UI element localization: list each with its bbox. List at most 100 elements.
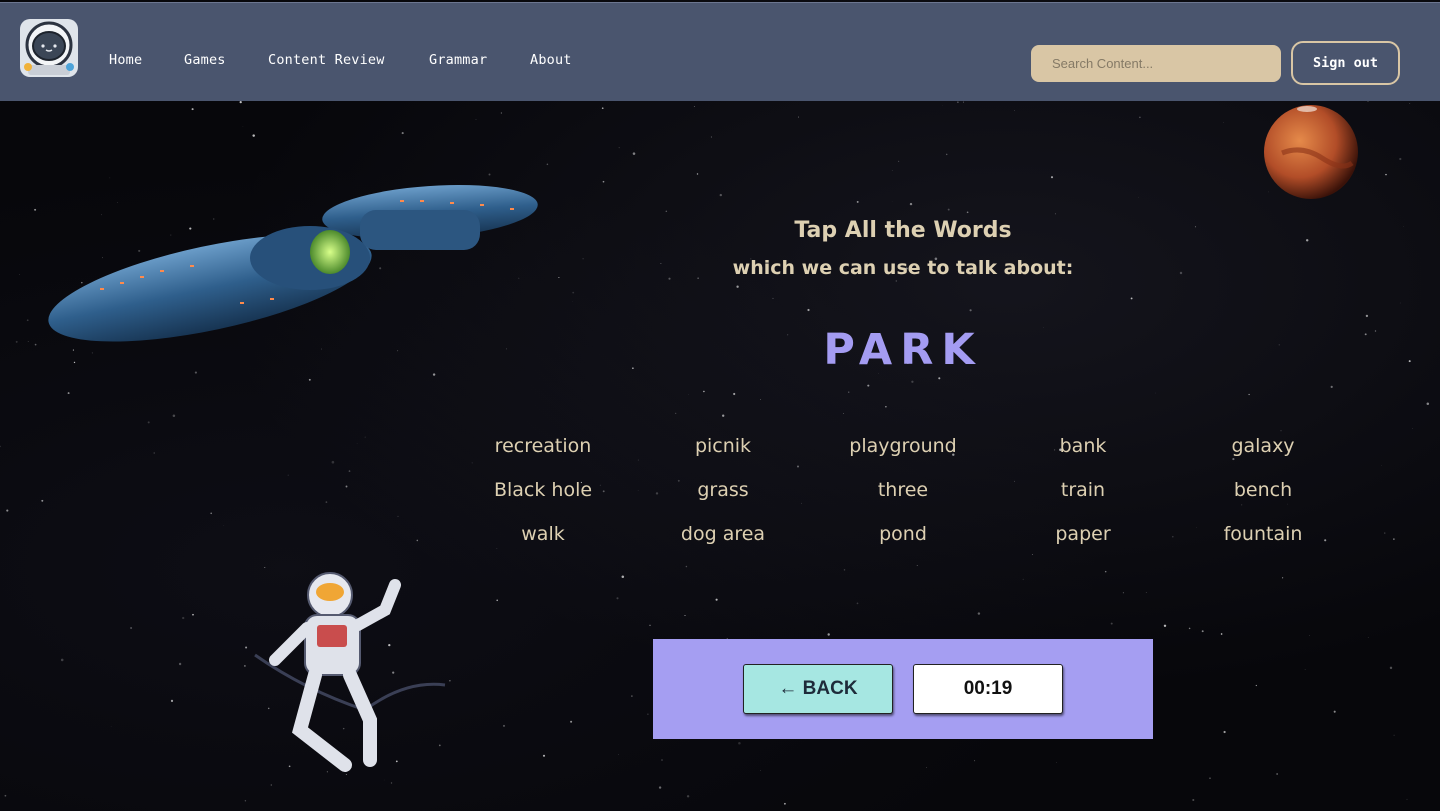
nav-grammar-link[interactable]: Grammar	[429, 52, 487, 68]
star	[242, 126, 244, 127]
astronaut-logo-icon[interactable]	[18, 17, 80, 79]
word-option[interactable]: walk	[453, 520, 633, 549]
star	[696, 173, 699, 175]
word-option[interactable]: paper	[993, 520, 1173, 549]
star	[1163, 624, 1167, 628]
star	[760, 399, 761, 401]
word-option[interactable]: dog area	[633, 520, 813, 549]
star	[194, 371, 197, 374]
star	[1365, 314, 1369, 318]
star	[686, 795, 690, 798]
word-option[interactable]: recreation	[453, 432, 633, 461]
star	[397, 515, 399, 517]
star	[632, 367, 634, 369]
star	[631, 695, 633, 697]
star	[710, 136, 712, 138]
star	[1308, 635, 1310, 636]
star	[4, 794, 7, 797]
star	[621, 575, 625, 579]
star	[270, 784, 272, 786]
star	[67, 392, 70, 395]
star	[1155, 392, 1157, 394]
word-option[interactable]: fountain	[1173, 520, 1353, 549]
star	[1054, 213, 1056, 215]
star	[1384, 532, 1386, 534]
star	[582, 258, 584, 260]
nav-about-link[interactable]: About	[530, 52, 572, 68]
star	[616, 597, 619, 600]
star	[401, 132, 404, 135]
star	[601, 107, 604, 110]
word-option[interactable]: three	[813, 476, 993, 505]
controls-panel: ← BACK 00:19	[653, 639, 1153, 739]
star	[1201, 630, 1204, 633]
star	[772, 297, 774, 299]
nav-home-link[interactable]: Home	[109, 52, 142, 68]
astronaut-image	[254, 572, 446, 772]
star	[364, 436, 366, 438]
star	[843, 413, 844, 414]
word-option[interactable]: train	[993, 476, 1173, 505]
star	[15, 340, 18, 343]
back-button[interactable]: ← BACK	[743, 664, 893, 714]
sign-out-button[interactable]: Sign out	[1291, 41, 1400, 85]
word-option[interactable]: bench	[1173, 476, 1353, 505]
word-option[interactable]: bank	[993, 432, 1173, 461]
nav-games-link[interactable]: Games	[184, 52, 226, 68]
star	[703, 390, 705, 393]
star	[1220, 633, 1223, 635]
word-option[interactable]: pond	[813, 520, 993, 549]
star	[1050, 176, 1054, 179]
topic-word: PARK	[823, 325, 983, 375]
star	[1408, 360, 1411, 363]
star	[172, 414, 176, 418]
spaceship-image	[48, 184, 538, 342]
star	[916, 565, 918, 567]
star	[665, 210, 668, 213]
star	[546, 163, 549, 166]
star	[558, 276, 560, 279]
star	[170, 699, 174, 702]
star	[1374, 330, 1377, 332]
star	[632, 152, 636, 155]
star	[34, 208, 37, 211]
word-option[interactable]: playground	[813, 432, 993, 461]
word-option[interactable]: grass	[633, 476, 813, 505]
star	[797, 116, 800, 118]
star	[1278, 344, 1280, 346]
search-input[interactable]	[1031, 45, 1281, 82]
star	[500, 112, 502, 114]
star	[867, 384, 870, 387]
star	[244, 800, 247, 802]
word-grid: recreation picnik playground bank galaxy…	[453, 432, 1353, 549]
star	[73, 361, 76, 364]
star	[719, 193, 722, 197]
star	[1223, 730, 1226, 734]
star	[969, 309, 972, 312]
star	[1179, 271, 1183, 275]
star	[966, 211, 969, 214]
star	[41, 499, 44, 502]
word-option[interactable]: picnik	[633, 432, 813, 461]
star	[1031, 554, 1033, 555]
star	[1389, 666, 1393, 670]
star	[91, 352, 93, 354]
star	[947, 208, 950, 211]
star	[1248, 393, 1250, 396]
instruction-heading: Tap All the Words	[794, 218, 1012, 243]
star	[1330, 385, 1333, 389]
star	[1393, 538, 1395, 540]
star	[693, 106, 695, 107]
star	[1110, 622, 1113, 625]
star	[618, 147, 620, 149]
star	[1385, 173, 1387, 176]
nav-content-review-link[interactable]: Content Review	[268, 52, 385, 68]
star	[496, 599, 499, 602]
star	[1192, 798, 1195, 802]
word-option[interactable]: galaxy	[1173, 432, 1353, 461]
word-option[interactable]: Black hole	[453, 476, 633, 505]
star	[191, 108, 194, 111]
star	[475, 119, 477, 120]
timer-display: 00:19	[913, 664, 1063, 714]
star	[1188, 627, 1191, 630]
